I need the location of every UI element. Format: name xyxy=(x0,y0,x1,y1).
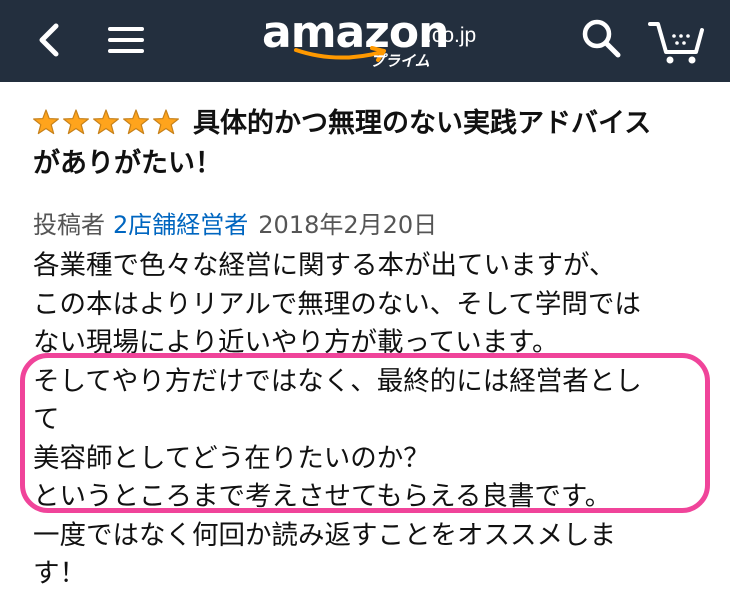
review-date: 2018年2月20日 xyxy=(258,211,438,239)
customer-review: 具体的かつ無理のない実践アドバイス がありがたい！ 投稿者 2店舗経営者 2018年… xyxy=(33,104,713,594)
review-body-line: す！ xyxy=(33,558,86,589)
review-body-line: そしてやり方だけではなく、最終的には経営者とし xyxy=(33,365,642,397)
star-rating xyxy=(33,109,179,135)
star-icon xyxy=(153,109,179,135)
review-body-line: というところまで考えさせてもらえる良書です。 xyxy=(33,481,612,512)
review-title-line-2: がありがたい！ xyxy=(33,148,222,179)
logo-domain: .co.jp xyxy=(426,24,477,47)
amazon-prime-logo[interactable]: amazon .co.jp プライム xyxy=(262,8,482,74)
search-icon[interactable] xyxy=(580,17,622,59)
star-icon xyxy=(93,109,119,135)
author-prefix: 投稿者 xyxy=(33,211,105,239)
review-body-line: 各業種で色々な経営に関する本が出ていますが、 xyxy=(33,250,616,281)
star-icon xyxy=(63,109,89,135)
review-body-line: て xyxy=(33,404,60,435)
cart-icon[interactable] xyxy=(648,16,706,66)
top-navigation-bar: amazon .co.jp プライム xyxy=(0,0,730,82)
star-icon xyxy=(33,109,59,135)
logo-prime-label: プライム xyxy=(370,52,430,70)
review-body: 各業種で色々な経営に関する本が出ていますが、 この本はよりリアルで無理のない、そ… xyxy=(33,247,713,594)
review-title: 具体的かつ無理のない実践アドバイス xyxy=(33,104,713,144)
review-body-line: ない現場により近いやり方が載っています。 xyxy=(33,327,559,358)
review-meta: 投稿者 2店舗経営者 2018年2月20日 xyxy=(33,208,713,242)
review-body-line: 美容師としてどう在りたいのか？ xyxy=(33,442,430,474)
review-title-line-1: 具体的かつ無理のない実践アドバイス xyxy=(193,108,652,139)
review-body-line: 一度ではなく何回か読み返すことをオススメしま xyxy=(33,519,616,551)
back-icon[interactable] xyxy=(34,22,66,58)
author-link[interactable]: 2店舗経営者 xyxy=(113,211,248,239)
menu-icon[interactable] xyxy=(106,24,146,56)
star-icon xyxy=(123,109,149,135)
review-body-line: この本はよりリアルで無理のない、そして学問では xyxy=(33,288,641,320)
